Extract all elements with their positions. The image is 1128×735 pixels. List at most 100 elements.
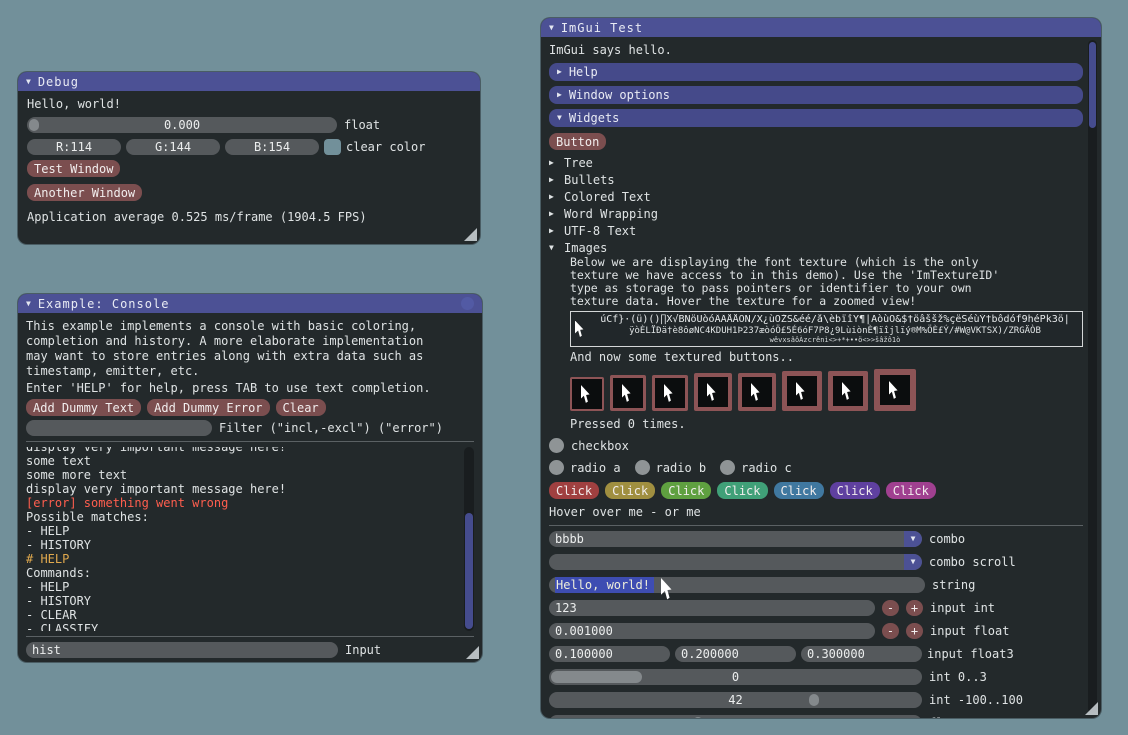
- image-button[interactable]: [738, 373, 776, 411]
- button-widget[interactable]: Button: [549, 133, 606, 150]
- cursor-glyph-icon: [664, 384, 677, 403]
- combo-box[interactable]: bbbb ▼: [549, 531, 922, 547]
- decrement-button[interactable]: -: [882, 600, 899, 616]
- image-button[interactable]: [694, 373, 732, 411]
- radio-button-a[interactable]: [549, 460, 564, 475]
- console-input[interactable]: hist: [26, 642, 338, 658]
- texture-glyph-row: úCf}·(ü)()∏X√BNöÙòóÂÃÅÅÒN/X¿ùÒŽS&éé/å\èb…: [600, 314, 1070, 326]
- image-button[interactable]: [652, 375, 688, 411]
- desktop: { "theme": { "background": "#72909a", "w…: [0, 0, 1128, 735]
- drag-red[interactable]: R:114: [27, 139, 121, 155]
- chevron-right-icon: ▶: [557, 68, 562, 76]
- collapse-arrow-icon[interactable]: ▼: [26, 78, 31, 86]
- chevron-down-icon: ▼: [557, 114, 562, 122]
- close-button[interactable]: [461, 297, 474, 310]
- console-titlebar[interactable]: ▼ Example: Console: [18, 294, 482, 313]
- radio-button-b[interactable]: [635, 460, 650, 475]
- texture-glyph-row: wêvxsâôÀzcrênì<>+*+••ö<>>šâžô1ò: [770, 336, 901, 344]
- image-button[interactable]: [570, 377, 604, 411]
- image-button[interactable]: [782, 371, 822, 411]
- click-button-red[interactable]: Click: [549, 482, 599, 499]
- float3-z-value: 0.300000: [801, 647, 865, 661]
- float3-input-y[interactable]: 0.200000: [675, 646, 796, 662]
- collapse-arrow-icon[interactable]: ▼: [26, 300, 31, 308]
- texture-glyph-row: ÿòÈLÏÐä†è8ôøNC4KDUH1Þ237æòóÖ£5É6óF7P8¿9L…: [629, 326, 1041, 336]
- image-button[interactable]: [610, 375, 646, 411]
- add-dummy-error-button[interactable]: Add Dummy Error: [147, 399, 269, 416]
- combo-arrow-button[interactable]: ▼: [904, 554, 922, 570]
- log-line: - HELP: [26, 580, 460, 594]
- click-button-green[interactable]: Click: [661, 482, 711, 499]
- console-scrollbar[interactable]: [464, 447, 474, 631]
- collapse-arrow-icon[interactable]: ▼: [549, 24, 554, 32]
- combo-arrow-button[interactable]: ▼: [904, 531, 922, 547]
- fps-stats-text: Application average 0.525 ms/frame (1904…: [27, 210, 471, 225]
- another-window-button[interactable]: Another Window: [27, 184, 142, 201]
- clear-button[interactable]: Clear: [276, 399, 326, 416]
- float3-input-x[interactable]: 0.100000: [549, 646, 670, 662]
- resize-grip[interactable]: [466, 646, 479, 659]
- drag-blue[interactable]: B:154: [225, 139, 319, 155]
- scrollbar-grab[interactable]: [1089, 42, 1096, 128]
- header-widgets[interactable]: ▼ Widgets: [549, 109, 1083, 127]
- click-button-blue[interactable]: Click: [774, 482, 824, 499]
- test-window-button[interactable]: Test Window: [27, 160, 120, 177]
- click-button-yellow[interactable]: Click: [605, 482, 655, 499]
- font-texture-image[interactable]: úCf}·(ü)()∏X√BNöÙòóÂÃÅÅÒN/X¿ùÒŽS&éé/å\èb…: [570, 311, 1083, 347]
- combo-value: bbbb: [549, 532, 584, 546]
- drag-green-value: G:144: [155, 140, 191, 154]
- scrollbar-grab[interactable]: [465, 513, 473, 629]
- increment-button[interactable]: +: [906, 600, 923, 616]
- float-slider-row[interactable]: 4.132: [549, 715, 922, 718]
- window-scrollbar[interactable]: [1088, 40, 1097, 713]
- imgui-window-title: ImGui Test: [561, 21, 643, 35]
- int-slider-small-value: 0: [549, 670, 922, 684]
- float-slider[interactable]: 0.000: [27, 117, 337, 133]
- resize-grip[interactable]: [464, 228, 477, 241]
- int-input-label: input int: [930, 601, 995, 615]
- debug-content: Hello, world! 0.000 float R:114 G:144 B:…: [18, 91, 480, 231]
- float-input[interactable]: 0.001000: [549, 623, 875, 639]
- log-line: Commands:: [26, 566, 460, 580]
- decrement-button[interactable]: -: [882, 623, 899, 639]
- tree-node-bullets[interactable]: ▶ Bullets: [549, 172, 1083, 188]
- radio-button-c[interactable]: [720, 460, 735, 475]
- chevron-right-icon: ▶: [557, 91, 562, 99]
- tree-node-utf8-text[interactable]: ▶ UTF-8 Text: [549, 223, 1083, 239]
- image-button[interactable]: [874, 369, 916, 411]
- drag-green[interactable]: G:144: [126, 139, 220, 155]
- header-window-options[interactable]: ▶ Window options: [549, 86, 1083, 104]
- add-dummy-text-button[interactable]: Add Dummy Text: [26, 399, 141, 416]
- console-window: ▼ Example: Console This example implemen…: [18, 294, 482, 662]
- click-button-teal[interactable]: Click: [717, 482, 767, 499]
- tree-node-colored-text[interactable]: ▶ Colored Text: [549, 189, 1083, 205]
- combo-scroll-box[interactable]: ▼: [549, 554, 922, 570]
- int-slider-small[interactable]: 0: [549, 669, 922, 685]
- float-slider-label: float: [344, 118, 380, 132]
- int-slider-small-label: int 0..3: [929, 670, 987, 684]
- click-button-indigo[interactable]: Click: [830, 482, 880, 499]
- filter-input[interactable]: [26, 420, 212, 436]
- string-input[interactable]: Hello, world!: [549, 577, 925, 593]
- tree-node-tree[interactable]: ▶ Tree: [549, 155, 1083, 171]
- image-button[interactable]: [828, 371, 868, 411]
- int-slider-large[interactable]: 42: [549, 692, 922, 708]
- resize-grip[interactable]: [1085, 702, 1098, 715]
- mouse-pointer-icon: [661, 578, 676, 600]
- float-input-label: input float: [930, 624, 1009, 638]
- increment-button[interactable]: +: [906, 623, 923, 639]
- click-button-magenta[interactable]: Click: [886, 482, 936, 499]
- float3-input-z[interactable]: 0.300000: [801, 646, 922, 662]
- console-log-area[interactable]: display very important message here! som…: [26, 447, 474, 631]
- imgui-titlebar[interactable]: ▼ ImGui Test: [541, 18, 1101, 37]
- imgui-content: ImGui says hello. ▶ Help ▶ Window option…: [541, 37, 1101, 718]
- log-line: - CLEAR: [26, 608, 460, 622]
- debug-titlebar[interactable]: ▼ Debug: [18, 72, 480, 91]
- filter-label: Filter ("incl,-excl") ("error"): [219, 421, 443, 435]
- checkbox[interactable]: [549, 438, 564, 453]
- clear-color-swatch[interactable]: [324, 139, 341, 155]
- int-input[interactable]: 123: [549, 600, 875, 616]
- tree-node-images[interactable]: ▼ Images: [549, 240, 1083, 256]
- header-help[interactable]: ▶ Help: [549, 63, 1083, 81]
- tree-node-word-wrapping[interactable]: ▶ Word Wrapping: [549, 206, 1083, 222]
